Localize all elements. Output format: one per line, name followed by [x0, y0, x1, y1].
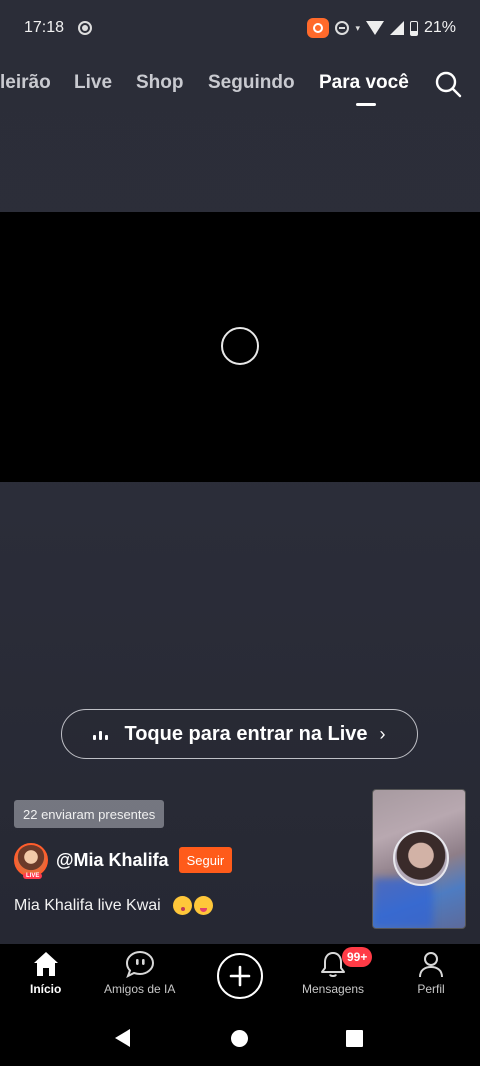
yum-emoji-icon	[193, 896, 213, 915]
gifts-badge: 22 enviaram presentes	[14, 800, 165, 828]
nav-label: Amigos de IA	[104, 982, 176, 996]
search-icon[interactable]	[434, 70, 462, 98]
live-bars-icon	[93, 728, 109, 740]
video-player[interactable]	[0, 212, 480, 482]
loading-spinner-icon	[221, 327, 259, 365]
emoji-group	[172, 896, 213, 915]
nav-label: Mensagens	[302, 982, 365, 996]
tab-live[interactable]: Live	[74, 72, 112, 94]
active-tab-indicator	[356, 103, 376, 106]
chat-bubble-icon	[125, 950, 154, 978]
tab-brasileirao[interactable]: leirão	[0, 72, 51, 94]
enter-live-label: Toque para entrar na Live	[124, 722, 368, 745]
avatar[interactable]: LIVE	[14, 843, 48, 879]
recent-apps-icon[interactable]	[346, 1030, 363, 1047]
person-icon	[419, 952, 443, 978]
plus-icon	[229, 965, 251, 987]
create-post-button[interactable]	[217, 953, 263, 999]
chevron-right-icon: ›	[379, 723, 386, 744]
caption-text: Mia Khalifa live Kwai	[14, 896, 161, 914]
do-not-disturb-icon	[335, 21, 350, 35]
nav-amigos-ia[interactable]: Amigos de IA	[104, 950, 175, 996]
caption: Mia Khalifa live Kwai	[14, 896, 213, 915]
battery-icon	[409, 20, 418, 36]
data-arrow-icon: ▾	[355, 22, 360, 33]
nav-perfil[interactable]: Perfil	[416, 950, 446, 996]
home-icon	[33, 952, 58, 976]
top-nav: leirão Live Shop Seguindo Para você	[0, 62, 480, 108]
follow-button[interactable]: Seguir	[178, 847, 233, 873]
kiss-emoji-icon	[172, 896, 192, 915]
signal-icon	[389, 21, 404, 35]
tab-shop[interactable]: Shop	[136, 72, 184, 94]
system-nav-bar	[0, 1010, 480, 1066]
tab-para-voce[interactable]: Para você	[319, 72, 409, 94]
battery-level: 21%	[423, 19, 456, 36]
back-icon[interactable]	[115, 1029, 130, 1047]
wifi-icon	[365, 21, 384, 35]
streamer-row: LIVE @Mia Khalifa Seguir	[14, 843, 233, 879]
notification-badge: 99+	[342, 947, 373, 967]
streamer-username[interactable]: @Mia Khalifa	[56, 850, 169, 871]
tab-seguindo[interactable]: Seguindo	[208, 72, 295, 94]
nav-label: Perfil	[417, 982, 445, 996]
home-circle-icon[interactable]	[231, 1030, 248, 1047]
live-tag: LIVE	[23, 873, 43, 879]
recording-indicator-icon	[307, 18, 330, 38]
enter-live-button[interactable]: Toque para entrar na Live ›	[61, 709, 418, 759]
status-bar: 17:18 ▾ 21%	[0, 0, 480, 56]
preview-face	[393, 830, 449, 886]
screen-record-icon	[78, 21, 93, 35]
status-time: 17:18	[24, 19, 65, 36]
bottom-nav: Início Amigos de IA Mensagens 99+ Perfil	[0, 944, 480, 1010]
nav-inicio[interactable]: Início	[30, 950, 61, 996]
nav-label: Início	[30, 982, 62, 996]
live-preview-thumbnail[interactable]	[372, 789, 466, 929]
